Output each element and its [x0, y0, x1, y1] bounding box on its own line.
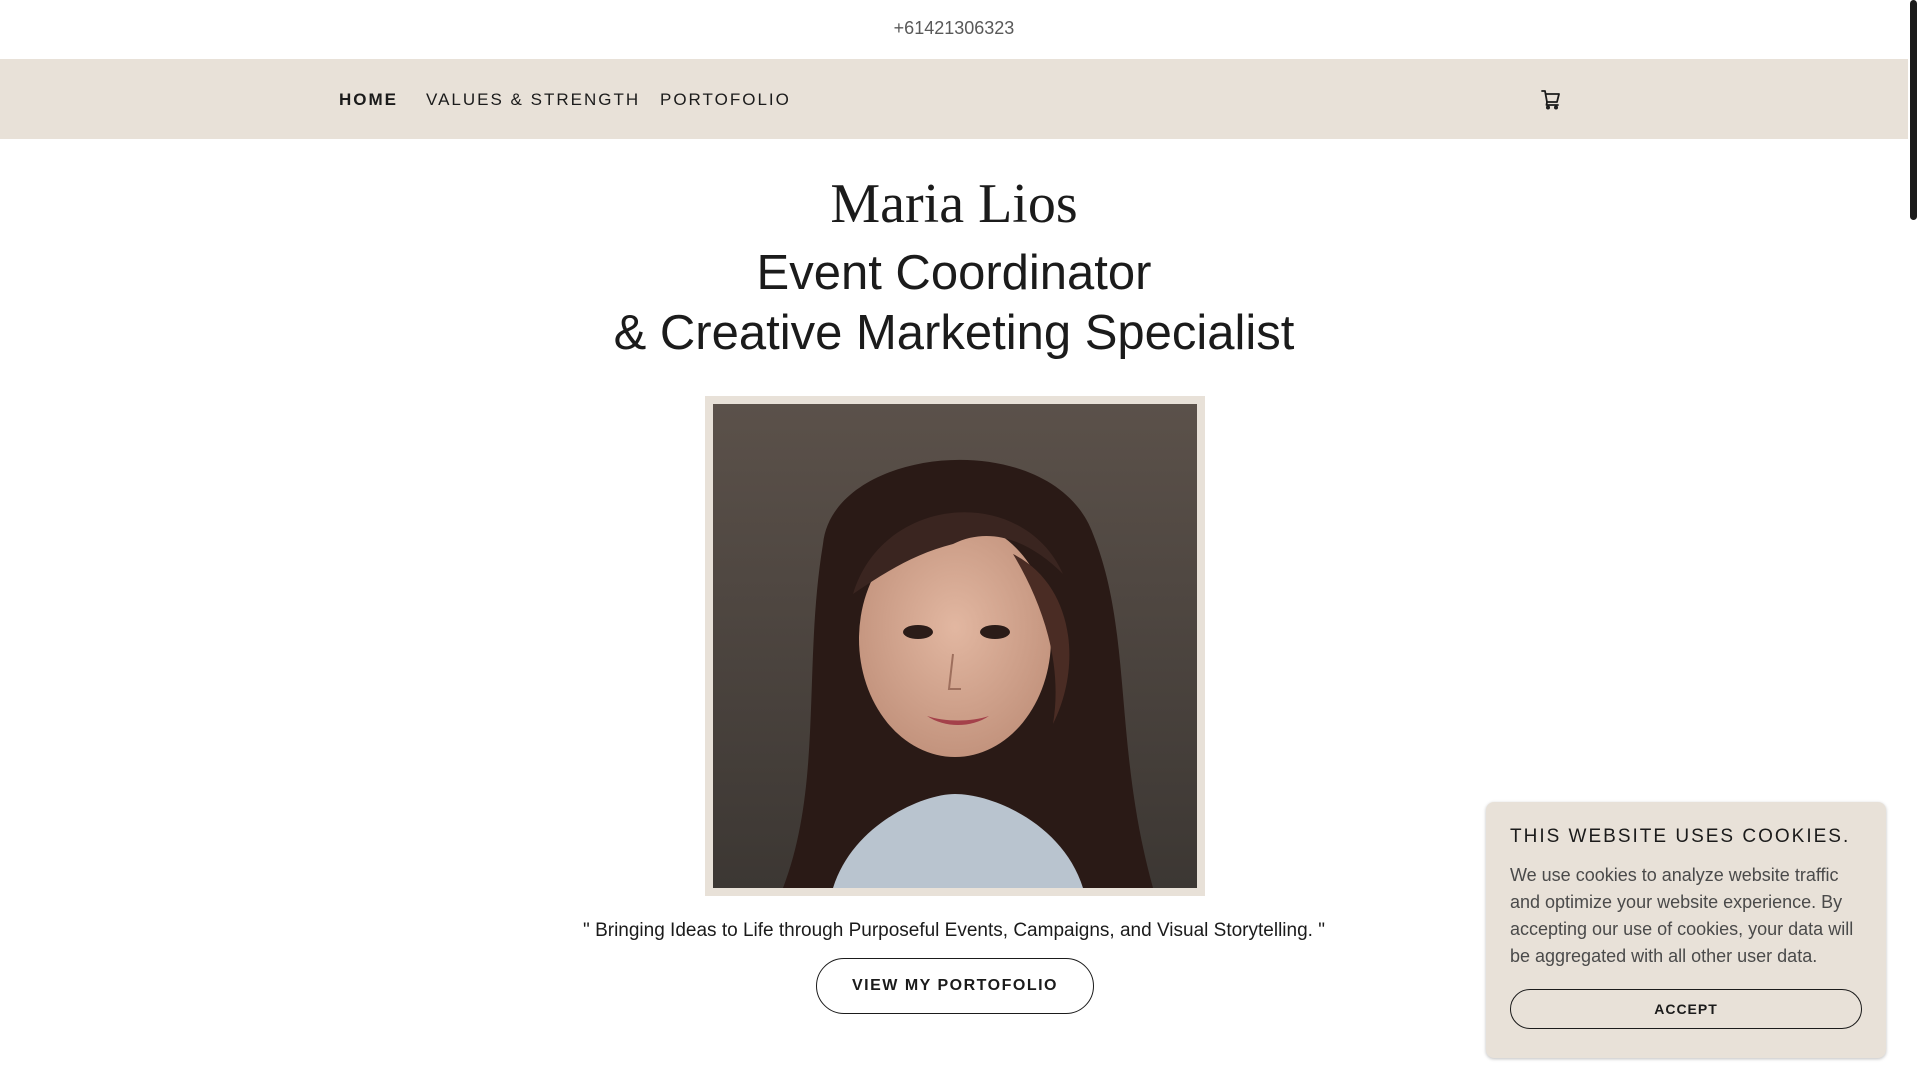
profile-photo-frame — [705, 396, 1205, 896]
nav-item-portofolio[interactable]: PORTOFOLIO — [660, 90, 791, 110]
scrollbar-thumb[interactable] — [1910, 0, 1917, 220]
job-title-line-1: Event Coordinator — [756, 246, 1152, 300]
cookie-banner-text: We use cookies to analyze website traffi… — [1510, 865, 1854, 966]
view-portfolio-button[interactable]: VIEW MY PORTOFOLIO — [816, 958, 1094, 1014]
cookie-banner: THIS WEBSITE USES COOKIES. We use cookie… — [1486, 802, 1886, 1058]
job-title: Event Coordinator & Creative Marketing S… — [0, 243, 1908, 363]
main-navigation: HOME VALUES & STRENGTH PORTOFOLIO — [0, 59, 1908, 139]
accept-cookies-button[interactable]: ACCEPT — [1510, 989, 1862, 1029]
cart-icon[interactable] — [1539, 87, 1563, 111]
person-name: Maria Lios — [830, 173, 1078, 235]
top-bar: +61421306323 — [0, 0, 1908, 59]
nav-item-values-strength[interactable]: VALUES & STRENGTH — [426, 90, 640, 110]
profile-photo — [713, 404, 1197, 888]
phone-number[interactable]: +61421306323 — [894, 18, 1015, 39]
job-title-line-2: & Creative Marketing Specialist — [613, 306, 1295, 360]
page-scrollbar[interactable] — [1908, 0, 1920, 1080]
nav-item-home[interactable]: HOME — [339, 90, 398, 110]
cookie-banner-title: THIS WEBSITE USES COOKIES. — [1510, 826, 1851, 847]
